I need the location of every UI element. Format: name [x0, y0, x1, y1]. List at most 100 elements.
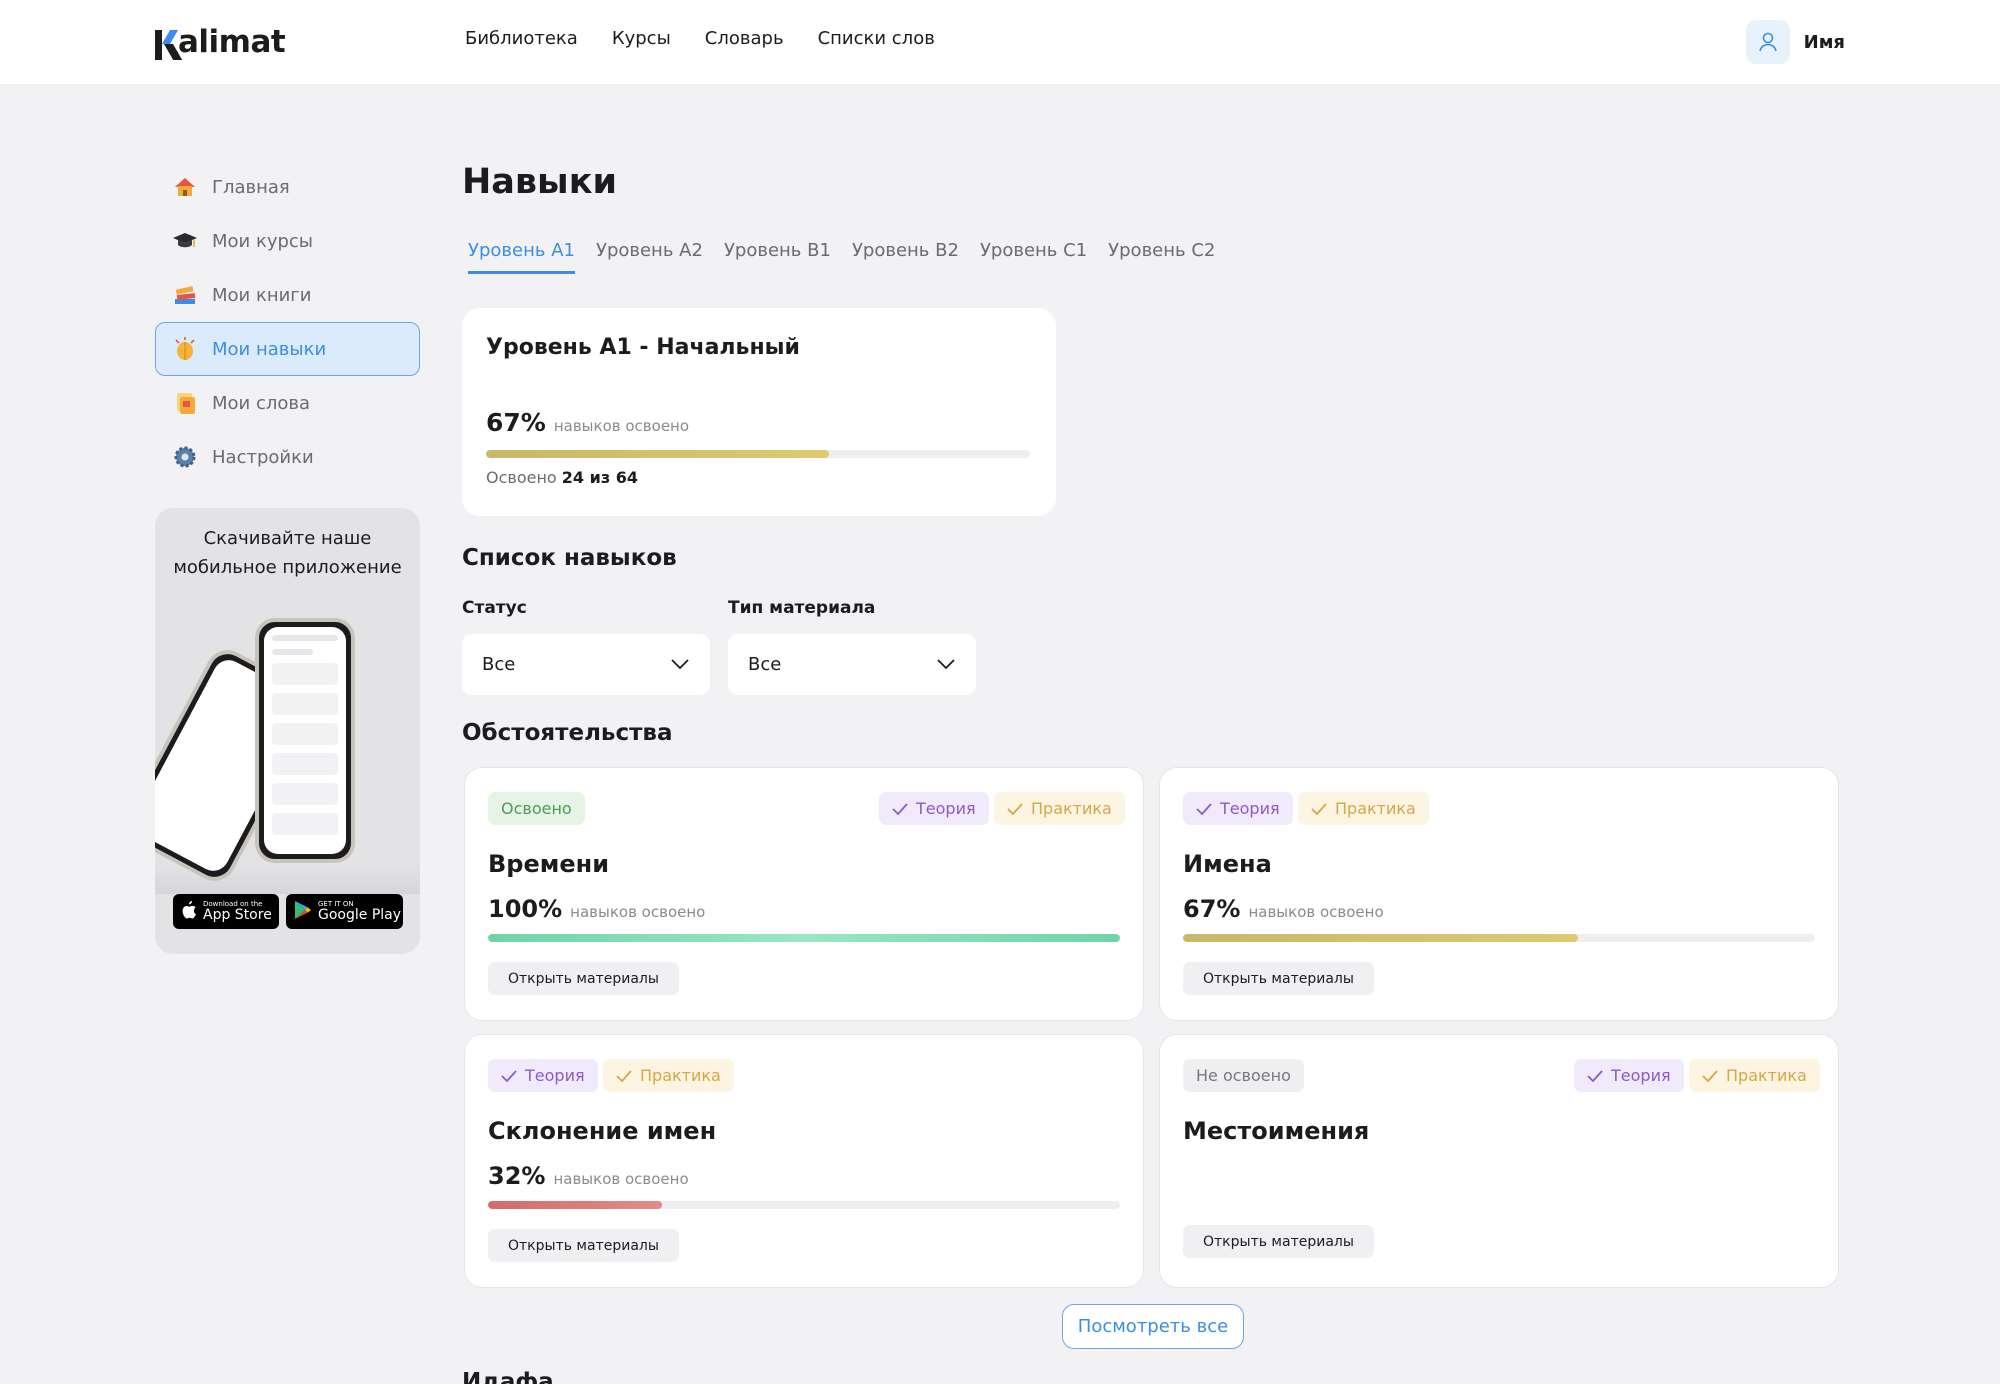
- practice-badge: Практика: [994, 792, 1125, 825]
- practice-badge: Практика: [603, 1059, 734, 1092]
- sidebar-item-home[interactable]: Главная: [155, 160, 420, 214]
- page-title: Навыки: [462, 162, 617, 202]
- main-nav: Библиотека Курсы Словарь Списки слов: [465, 28, 935, 49]
- skill-percent: 100%: [488, 895, 563, 923]
- sidebar-item-label: Настройки: [212, 446, 314, 468]
- app-store-button[interactable]: Download on the App Store: [173, 894, 279, 929]
- level-progress-bar: [486, 450, 1030, 458]
- open-materials-button[interactable]: Открыть материалы: [1183, 962, 1374, 995]
- next-section-title: Идафа: [462, 1369, 554, 1384]
- skill-percent-row: 32% навыков освоено: [488, 1162, 689, 1190]
- level-title: Уровень A1 - Начальный: [486, 335, 800, 360]
- skill-card: Освоено Теория Практика Времени 100% нав…: [464, 767, 1144, 1021]
- gear-icon: [172, 444, 198, 470]
- books-icon: [172, 282, 198, 308]
- check-icon: [501, 1069, 517, 1082]
- status-filter-label: Статус: [462, 598, 527, 618]
- user-name[interactable]: Имя: [1804, 32, 1845, 53]
- skill-progress-fill: [488, 1201, 662, 1209]
- sidebar-item-label: Главная: [212, 176, 290, 198]
- status-filter-select[interactable]: Все: [462, 634, 710, 695]
- brain-icon: [172, 336, 198, 362]
- nav-library[interactable]: Библиотека: [465, 28, 578, 49]
- skill-name: Склонение имен: [488, 1117, 717, 1145]
- nav-dictionary[interactable]: Словарь: [705, 28, 784, 49]
- theory-badge: Теория: [1574, 1059, 1684, 1092]
- skill-name: Времени: [488, 850, 610, 878]
- google-play-button[interactable]: GET IT ON Google Play: [286, 894, 403, 929]
- tab-level-a2[interactable]: Уровень A2: [596, 240, 703, 274]
- promo-title: Скачивайте наше мобильное приложение: [173, 528, 402, 578]
- sidebar-item-label: Мои книги: [212, 284, 312, 306]
- check-icon: [1311, 802, 1327, 815]
- mastered-value: 24 из 64: [561, 468, 638, 487]
- kalimat-logo[interactable]: alimat: [155, 24, 286, 60]
- sidebar-item-books[interactable]: Мои книги: [155, 268, 420, 322]
- view-all-button[interactable]: Посмотреть все: [1062, 1304, 1244, 1349]
- sidebar-item-label: Мои слова: [212, 392, 311, 414]
- mobile-app-promo: Скачивайте наше мобильное приложение Dow…: [155, 508, 420, 954]
- type-filter-select[interactable]: Все: [728, 634, 976, 695]
- sidebar-item-words[interactable]: Мои слова: [155, 376, 420, 430]
- status-badge: Не освоено: [1183, 1059, 1304, 1092]
- apple-icon: [181, 900, 197, 923]
- skill-name: Имена: [1183, 850, 1272, 878]
- skill-percent-note: навыков освоено: [553, 1170, 689, 1188]
- mastered-count: Освоено 24 из 64: [486, 468, 638, 487]
- skill-progress-fill: [488, 934, 1120, 942]
- practice-badge: Практика: [1689, 1059, 1820, 1092]
- google-play-label: Google Play: [318, 907, 402, 923]
- skill-progress-bar: [488, 934, 1120, 942]
- sidebar-item-label: Мои навыки: [212, 338, 327, 360]
- user-avatar-icon[interactable]: [1745, 20, 1790, 64]
- type-filter-label: Тип материала: [728, 598, 876, 618]
- level-percent-row: 67% навыков освоено: [486, 408, 689, 437]
- skill-percent-note: навыков освоено: [1248, 903, 1384, 921]
- chevron-down-icon: [936, 654, 956, 675]
- status-filter-value: Все: [482, 654, 516, 675]
- skill-percent: 67%: [1183, 895, 1241, 923]
- level-summary-card: Уровень A1 - Начальный 67% навыков освое…: [462, 308, 1056, 516]
- sidebar: Главная Мои курсы Мои книги Мои навыки М…: [155, 160, 420, 484]
- level-percent-note: навыков освоено: [553, 417, 690, 435]
- tab-level-b1[interactable]: Уровень B1: [724, 240, 831, 274]
- theory-badge: Теория: [488, 1059, 598, 1092]
- status-badge: Освоено: [488, 792, 585, 825]
- category-title: Обстоятельства: [462, 720, 673, 746]
- google-play-icon: [294, 900, 312, 924]
- graduation-cap-icon: [172, 228, 198, 254]
- check-icon: [1196, 802, 1212, 815]
- tab-level-b2[interactable]: Уровень B2: [852, 240, 959, 274]
- type-filter-value: Все: [748, 654, 782, 675]
- level-percent: 67%: [486, 408, 546, 437]
- phone-mockup-icon: [255, 618, 355, 863]
- check-icon: [1702, 1069, 1718, 1082]
- cards-icon: [172, 390, 198, 416]
- house-icon: [172, 174, 198, 200]
- skill-progress-bar: [488, 1201, 1120, 1209]
- sidebar-item-skills[interactable]: Мои навыки: [155, 322, 420, 376]
- open-materials-button[interactable]: Открыть материалы: [488, 962, 679, 995]
- open-materials-button[interactable]: Открыть материалы: [1183, 1225, 1374, 1258]
- open-materials-button[interactable]: Открыть материалы: [488, 1229, 679, 1262]
- tab-level-c2[interactable]: Уровень C2: [1108, 240, 1215, 274]
- user-menu[interactable]: Имя: [1745, 20, 1845, 64]
- practice-badge: Практика: [1298, 792, 1429, 825]
- skill-card: Теория Практика Имена 67% навыков освоен…: [1159, 767, 1839, 1021]
- skills-list-title: Список навыков: [462, 545, 677, 571]
- check-icon: [616, 1069, 632, 1082]
- skill-percent-row: 100% навыков освоено: [488, 895, 705, 923]
- theory-badge: Теория: [1183, 792, 1293, 825]
- theory-badge: Теория: [879, 792, 989, 825]
- nav-word-lists[interactable]: Списки слов: [818, 28, 935, 49]
- nav-courses[interactable]: Курсы: [612, 28, 671, 49]
- skill-percent: 32%: [488, 1162, 546, 1190]
- sidebar-item-label: Мои курсы: [212, 230, 314, 252]
- sidebar-item-settings[interactable]: Настройки: [155, 430, 420, 484]
- sidebar-item-courses[interactable]: Мои курсы: [155, 214, 420, 268]
- top-bar: alimat Библиотека Курсы Словарь Списки с…: [0, 0, 2000, 84]
- logo-mark-icon: [155, 30, 183, 60]
- tab-level-a1[interactable]: Уровень A1: [468, 240, 575, 274]
- tab-level-c1[interactable]: Уровень C1: [980, 240, 1087, 274]
- skill-progress-fill: [1183, 934, 1578, 942]
